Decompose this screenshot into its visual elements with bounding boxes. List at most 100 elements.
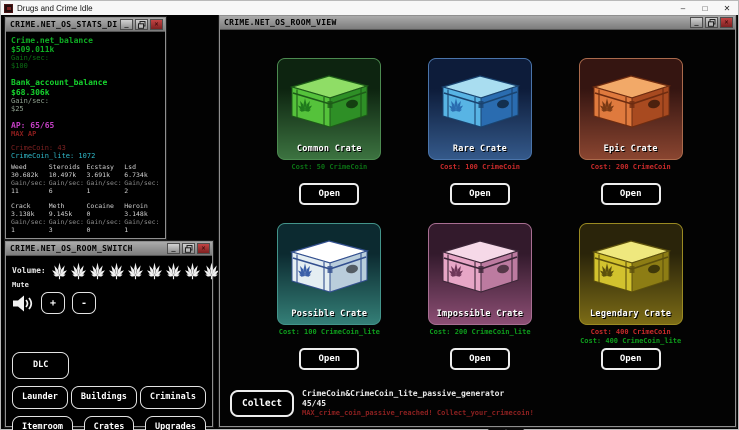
crate-name: Rare Crate — [429, 144, 531, 154]
criminals-button[interactable]: Criminals — [140, 386, 206, 409]
open-crate-button[interactable]: Open — [601, 348, 661, 370]
drug-gain-value: 1 — [87, 188, 123, 196]
crate-illustration — [283, 232, 375, 294]
crate-name: Common Crate — [278, 144, 380, 154]
room-view-titlebar[interactable]: CRIME.NET_OS_ROOM_VIEW _ ✕ — [220, 16, 735, 30]
volume-indicator: Volume: — [12, 260, 206, 280]
drug-stat: Weed 30.682k Gain/sec: 11 — [11, 164, 47, 196]
close-button[interactable]: ✕ — [150, 19, 163, 30]
cannabis-leaf-icon — [69, 261, 88, 280]
drug-gain-value: 3 — [49, 227, 85, 235]
room-switch-title: CRIME.NET_OS_ROOM_SWITCH — [10, 244, 165, 253]
drug-gain-label: Gain/sec: — [124, 180, 160, 188]
crate-card: Possible Crate Cost: 100 CrimeCoin_lite … — [273, 223, 385, 370]
crate-tile: Legendary Crate — [579, 223, 683, 325]
bank-balance-value: $68.306k — [11, 88, 160, 97]
generator-warning: MAX_crime_coin_passive_reached! Collect_… — [302, 409, 534, 418]
drug-stat: Steroids 10.497k Gain/sec: 6 — [49, 164, 85, 196]
os-titlebar: Drugs and Crime Idle – □ ✕ — [1, 1, 738, 15]
stats-window: CRIME.NET_OS_STATS_DISPLAY _ ✕ Crime.net… — [5, 17, 166, 239]
crate-cost-lines: Cost: 100 CrimeCoin — [440, 163, 520, 182]
crate-cost-lines: Cost: 200 CrimeCoin — [591, 163, 671, 182]
bank-gain-label: Gain/sec: — [11, 97, 160, 105]
mute-label: Mute — [12, 281, 206, 289]
crate-cost: Cost: 200 CrimeCoin_lite — [429, 328, 530, 337]
cannabis-leaf-icon — [183, 261, 202, 280]
itemroom-button[interactable]: Itemroom — [12, 416, 73, 430]
restore-icon — [708, 19, 716, 27]
crate-tile: Rare Crate — [428, 58, 532, 160]
crate-cost: Cost: 400 CrimeCoin — [591, 328, 671, 337]
drug-gain-value: 1 — [11, 227, 47, 235]
upgrades-button[interactable]: Upgrades — [145, 416, 206, 430]
buildings-button[interactable]: Buildings — [71, 386, 137, 409]
collect-button[interactable]: Collect — [230, 390, 294, 417]
minimize-button[interactable]: _ — [167, 243, 180, 254]
cannabis-leaf-icon — [50, 261, 69, 280]
open-crate-button[interactable]: Open — [450, 348, 510, 370]
generator-count: 45/45 — [302, 399, 534, 409]
drug-stat: Ecstasy 3.691k Gain/sec: 1 — [87, 164, 123, 196]
drug-gain-label: Gain/sec: — [11, 219, 47, 227]
crate-name: Epic Crate — [580, 144, 682, 154]
close-button[interactable]: ✕ — [720, 17, 733, 28]
launder-button[interactable]: Launder — [12, 386, 68, 409]
crate-name: Possible Crate — [278, 309, 380, 319]
crates-button[interactable]: Crates — [84, 416, 135, 430]
drug-stats-grid: Weed 30.682k Gain/sec: 11Steroids 10.497… — [11, 164, 160, 234]
crime-balance-value: $509.011k — [11, 45, 160, 54]
ap-value: AP: 65/65 — [11, 121, 160, 130]
crime-balance-label: Crime.net_balance — [11, 36, 160, 45]
generator-title: CrimeCoin&CrimeCoin_lite_passive_generat… — [302, 389, 534, 399]
drug-gain-value: 1 — [124, 227, 160, 235]
max-ap-label: MAX AP — [11, 130, 160, 138]
drug-gain-value: 11 — [11, 188, 47, 196]
crate-illustration — [434, 67, 526, 129]
open-crate-button[interactable]: Open — [450, 183, 510, 205]
room-switch-titlebar[interactable]: CRIME.NET_OS_ROOM_SWITCH _ ✕ — [6, 242, 212, 256]
crate-cost-lines: Cost: 100 CrimeCoin_lite — [279, 328, 380, 347]
crime-gain-value: $100 — [11, 62, 160, 70]
os-close-button[interactable]: ✕ — [716, 1, 738, 15]
crate-card: Impossible Crate Cost: 200 CrimeCoin_lit… — [424, 223, 536, 370]
volume-up-button[interactable]: + — [41, 292, 65, 314]
speaker-icon[interactable] — [12, 294, 34, 313]
os-maximize-button[interactable]: □ — [694, 1, 716, 15]
room-view-content: Common Crate Cost: 50 CrimeCoin Open Rar… — [220, 30, 735, 426]
minimize-button[interactable]: _ — [690, 17, 703, 28]
crate-tile: Possible Crate — [277, 223, 381, 325]
restore-button[interactable] — [705, 17, 718, 28]
drug-stat: Crack 3.138k Gain/sec: 1 — [11, 203, 47, 235]
drug-gain-value: 2 — [124, 188, 160, 196]
crate-card: Rare Crate Cost: 100 CrimeCoin Open — [424, 58, 536, 205]
open-crate-button[interactable]: Open — [299, 348, 359, 370]
open-crate-button[interactable]: Open — [601, 183, 661, 205]
crate-grid: Common Crate Cost: 50 CrimeCoin Open Rar… — [270, 58, 690, 370]
drug-stat: Meth 9.145k Gain/sec: 3 — [49, 203, 85, 235]
restore-icon — [138, 21, 146, 29]
drug-gain-value: 6 — [49, 188, 85, 196]
os-window-title: Drugs and Crime Idle — [17, 4, 672, 13]
crate-cost: Cost: 100 CrimeCoin_lite — [279, 328, 380, 337]
minimize-button[interactable]: _ — [120, 19, 133, 30]
crate-cost: Cost: 100 CrimeCoin — [440, 163, 520, 172]
drug-stat: Lsd 6.734k Gain/sec: 2 — [124, 164, 160, 196]
restore-button[interactable] — [135, 19, 148, 30]
os-minimize-button[interactable]: – — [672, 1, 694, 15]
drug-stat: Cocaine 0 Gain/sec: 0 — [87, 203, 123, 235]
room-view-window: CRIME.NET_OS_ROOM_VIEW _ ✕ Common Crate … — [219, 15, 736, 427]
close-button[interactable]: ✕ — [197, 243, 210, 254]
restore-button[interactable] — [182, 243, 195, 254]
crate-cost-lines: Cost: 50 CrimeCoin — [291, 163, 367, 182]
drug-gain-value: 0 — [87, 227, 123, 235]
crate-illustration — [434, 232, 526, 294]
cannabis-leaf-icon — [88, 261, 107, 280]
stats-window-titlebar[interactable]: CRIME.NET_OS_STATS_DISPLAY _ ✕ — [6, 18, 165, 32]
volume-down-button[interactable]: - — [72, 292, 96, 314]
dlc-button[interactable]: DLC — [12, 352, 69, 379]
crimecoin-lite-value: CrimeCoin_lite: 1072 — [11, 152, 160, 160]
drug-gain-label: Gain/sec: — [49, 219, 85, 227]
crate-cost: Cost: 200 CrimeCoin — [591, 163, 671, 172]
bank-gain-value: $25 — [11, 105, 160, 113]
open-crate-button[interactable]: Open — [299, 183, 359, 205]
